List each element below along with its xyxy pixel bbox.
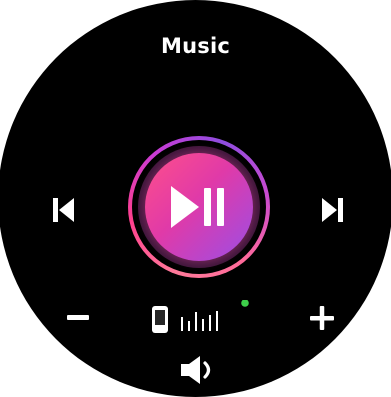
screen-title: Music [161, 34, 230, 58]
play-pause-glow [138, 146, 260, 268]
volume-up-button[interactable] [304, 300, 340, 336]
volume-down-button[interactable] [60, 300, 96, 336]
play-pause-ring [128, 136, 270, 278]
volume-level-bars-icon [181, 311, 218, 331]
play-pause-button[interactable] [145, 153, 253, 261]
phone-icon [152, 306, 168, 333]
output-device-button[interactable] [150, 299, 254, 338]
play-pause-icon [171, 186, 224, 228]
output-device-graphic [152, 299, 249, 333]
play-pause-ring-gap [132, 140, 266, 274]
skip-next-icon [322, 198, 343, 222]
skip-previous-icon [53, 198, 74, 222]
minus-icon [67, 315, 89, 320]
speaker-icon [181, 356, 211, 384]
connected-indicator-dot [241, 299, 249, 307]
speaker-button[interactable] [176, 350, 220, 390]
watch-face: Music [0, 0, 391, 397]
next-track-button[interactable] [310, 188, 354, 232]
previous-track-button[interactable] [42, 188, 86, 232]
plus-icon [310, 306, 334, 330]
